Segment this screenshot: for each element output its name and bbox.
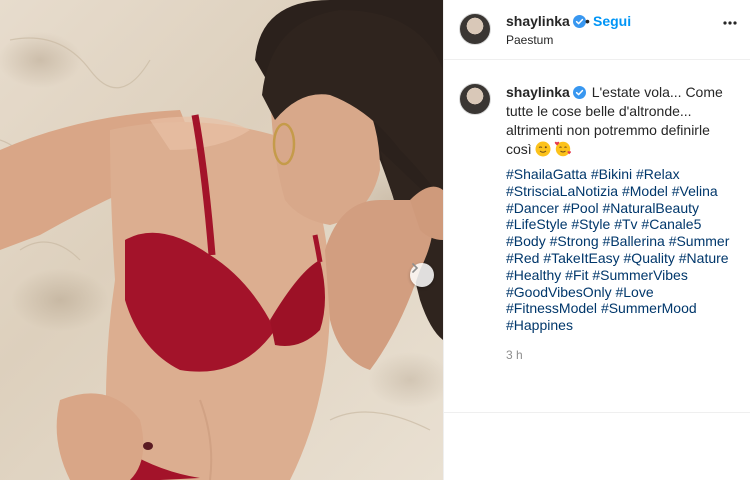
hashtag-link[interactable]: #Ballerina (603, 233, 665, 249)
smiling-face-with-hearts-icon (554, 141, 571, 157)
hashtag-link[interactable]: #StrisciaLaNotizia (506, 183, 618, 199)
hashtag-link[interactable]: #Quality (624, 250, 675, 266)
post-header: shaylinka • Segui Paestum (444, 0, 750, 60)
location-link[interactable]: Paestum (506, 33, 553, 47)
hashtag-link[interactable]: #Fit (565, 267, 588, 283)
hashtag-link[interactable]: #Strong (550, 233, 599, 249)
hashtag-link[interactable]: #Healthy (506, 267, 561, 283)
next-photo-button[interactable] (410, 263, 434, 287)
verified-badge-icon (572, 15, 586, 28)
hashtag-link[interactable]: #Velina (672, 183, 718, 199)
post-photo[interactable] (0, 0, 443, 480)
post-side-panel: shaylinka • Segui Paestum shaylinka L'es… (443, 0, 750, 480)
more-options-icon[interactable] (723, 21, 737, 25)
caption-author-text[interactable]: shaylinka (506, 84, 570, 100)
hashtag-link[interactable]: #SummerMood (601, 300, 697, 316)
hashtag-link[interactable]: #Summer (669, 233, 730, 249)
photo-illustration (0, 0, 443, 480)
hashtag-link[interactable]: #Love (615, 284, 653, 300)
avatar[interactable] (459, 13, 491, 45)
verified-badge-icon (572, 86, 586, 99)
comments-divider (444, 412, 750, 413)
hashtag-link[interactable]: #Pool (563, 200, 599, 216)
hashtag-link[interactable]: #FitnessModel (506, 300, 597, 316)
hashtag-link[interactable]: #Body (506, 233, 546, 249)
hashtag-link[interactable]: #ShailaGatta (506, 166, 587, 182)
hashtag-link[interactable]: #Dancer (506, 200, 559, 216)
hashtag-link[interactable]: #Model (622, 183, 668, 199)
post-timestamp[interactable]: 3 h (506, 348, 523, 362)
hashtag-link[interactable]: #Tv (614, 216, 637, 232)
follow-button[interactable]: Segui (593, 13, 631, 29)
hashtag-link[interactable]: #Nature (679, 250, 729, 266)
wink-emoji-icon (535, 141, 551, 157)
caption-avatar[interactable] (459, 83, 491, 115)
post-caption: shaylinka L'estate vola... Come tutte le… (506, 83, 736, 159)
author-username[interactable]: shaylinka (506, 13, 586, 29)
hashtag-link[interactable]: #Happines (506, 317, 573, 333)
hashtag-link[interactable]: #GoodVibesOnly (506, 284, 612, 300)
hashtag-link[interactable]: #Red (506, 250, 539, 266)
hashtag-link[interactable]: #Style (571, 216, 610, 232)
hashtag-link[interactable]: #Canale5 (641, 216, 701, 232)
hashtag-link[interactable]: #Relax (636, 166, 680, 182)
hashtag-link[interactable]: #SummerVibes (592, 267, 687, 283)
hashtag-link[interactable]: #LifeStyle (506, 216, 567, 232)
hashtag-link[interactable]: #Bikini (591, 166, 632, 182)
separator-dot: • (585, 13, 590, 29)
hashtag-link[interactable]: #TakeItEasy (543, 250, 619, 266)
chevron-right-icon (412, 263, 419, 273)
caption-author-username[interactable]: shaylinka (506, 84, 586, 100)
hashtag-link[interactable]: #NaturalBeauty (603, 200, 700, 216)
author-username-text[interactable]: shaylinka (506, 13, 570, 29)
hashtag-list: #ShailaGatta #Bikini #Relax #StrisciaLaN… (506, 166, 742, 334)
